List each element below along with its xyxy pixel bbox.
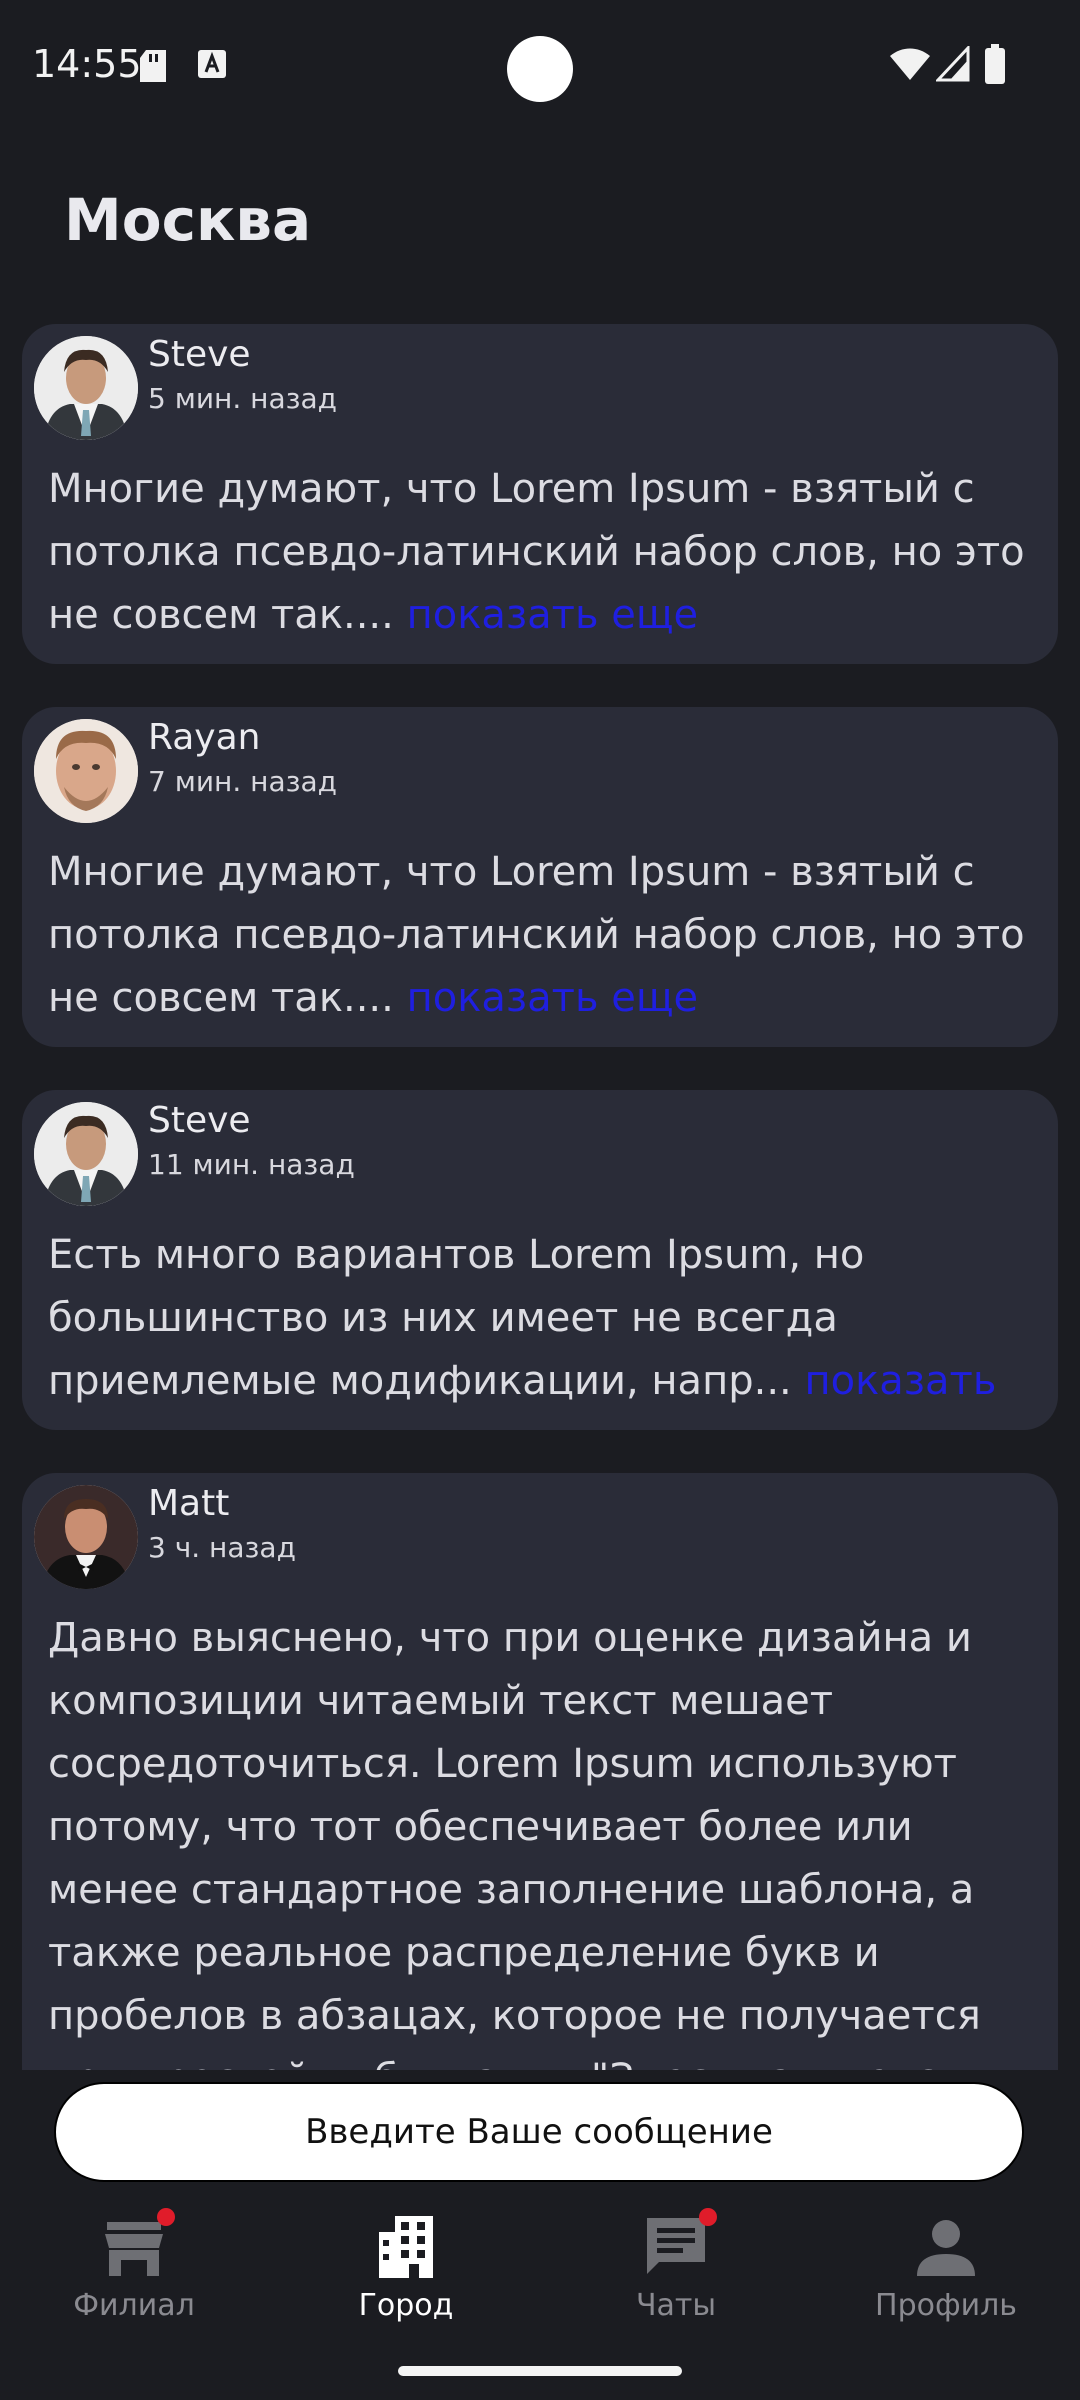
post-text: Многие думают, что Lorem Ipsum - взятый … <box>48 841 1038 1030</box>
avatar[interactable] <box>34 719 138 823</box>
nav-label: Чаты <box>635 2288 717 2323</box>
wifi-icon <box>890 48 930 80</box>
message-input[interactable]: Введите Ваше сообщение <box>54 2082 1024 2182</box>
post-text: Есть много вариантов Lorem Ipsum, но бол… <box>48 1224 1038 1414</box>
sd-card-icon <box>140 50 166 82</box>
nav-item-profile[interactable]: Профиль <box>836 2200 1056 2330</box>
post-body: Есть много вариантов Lorem Ipsum, но бол… <box>48 1232 865 1404</box>
person-icon <box>911 2212 981 2282</box>
post-feed[interactable]: Steve 5 мин. назад Многие думают, что Lo… <box>0 320 1080 2070</box>
notification-dot <box>699 2208 717 2226</box>
post-text: Многие думают, что Lorem Ipsum - взятый … <box>48 458 1038 647</box>
author-name: Rayan <box>148 717 261 758</box>
nav-label: Город <box>358 2288 454 2323</box>
avatar[interactable] <box>34 1485 138 1589</box>
avatar-photo-steve <box>34 336 138 440</box>
signal-icon <box>936 46 970 82</box>
nav-label: Филиал <box>73 2288 195 2323</box>
post-card[interactable]: Rayan 7 мин. назад Многие думают, что Lo… <box>22 707 1058 1047</box>
city-icon <box>371 2212 441 2282</box>
post-card[interactable]: Steve 11 мин. назад Есть много вариантов… <box>22 1090 1058 1430</box>
chat-icon <box>641 2208 717 2282</box>
nav-item-city[interactable]: Город <box>296 2200 516 2330</box>
author-name: Steve <box>148 1100 251 1141</box>
avatar-photo-steve <box>34 1102 138 1206</box>
status-time: 14:55 <box>32 42 142 86</box>
page-title: Москва <box>64 186 312 254</box>
avatar[interactable] <box>34 336 138 440</box>
store-icon <box>99 2208 175 2282</box>
home-indicator[interactable] <box>398 2366 682 2376</box>
author-name: Matt <box>148 1483 230 1524</box>
post-card[interactable]: Steve 5 мин. назад Многие думают, что Lo… <box>22 324 1058 664</box>
nav-item-branch[interactable]: Филиал <box>24 2200 244 2330</box>
nav-item-chats[interactable]: Чаты <box>566 2200 786 2330</box>
post-text: Давно выяснено, что при оценке дизайна и… <box>48 1615 986 2070</box>
notification-dot <box>157 2208 175 2226</box>
battery-icon <box>985 44 1005 84</box>
post-time: 11 мин. назад <box>148 1148 355 1181</box>
show-more-link[interactable]: показать еще <box>407 975 699 1021</box>
front-camera <box>507 36 573 102</box>
show-more-link[interactable]: показать еще <box>407 592 699 638</box>
post-time: 3 ч. назад <box>148 1531 296 1564</box>
post-card[interactable]: Matt 3 ч. назад Давно выяснено, что при … <box>22 1473 1058 2070</box>
status-bar: 14:55 <box>0 0 1080 140</box>
author-name: Steve <box>148 334 251 375</box>
avatar[interactable] <box>34 1102 138 1206</box>
post-time: 7 мин. назад <box>148 765 338 798</box>
post-time: 5 мин. назад <box>148 382 338 415</box>
keyboard-a-icon <box>198 50 226 78</box>
avatar-photo-matt <box>34 1485 138 1589</box>
nav-label: Профиль <box>875 2288 1017 2323</box>
avatar-photo-rayan <box>34 719 138 823</box>
bottom-nav: Филиал Город Чаты Профиль <box>0 2200 1080 2340</box>
